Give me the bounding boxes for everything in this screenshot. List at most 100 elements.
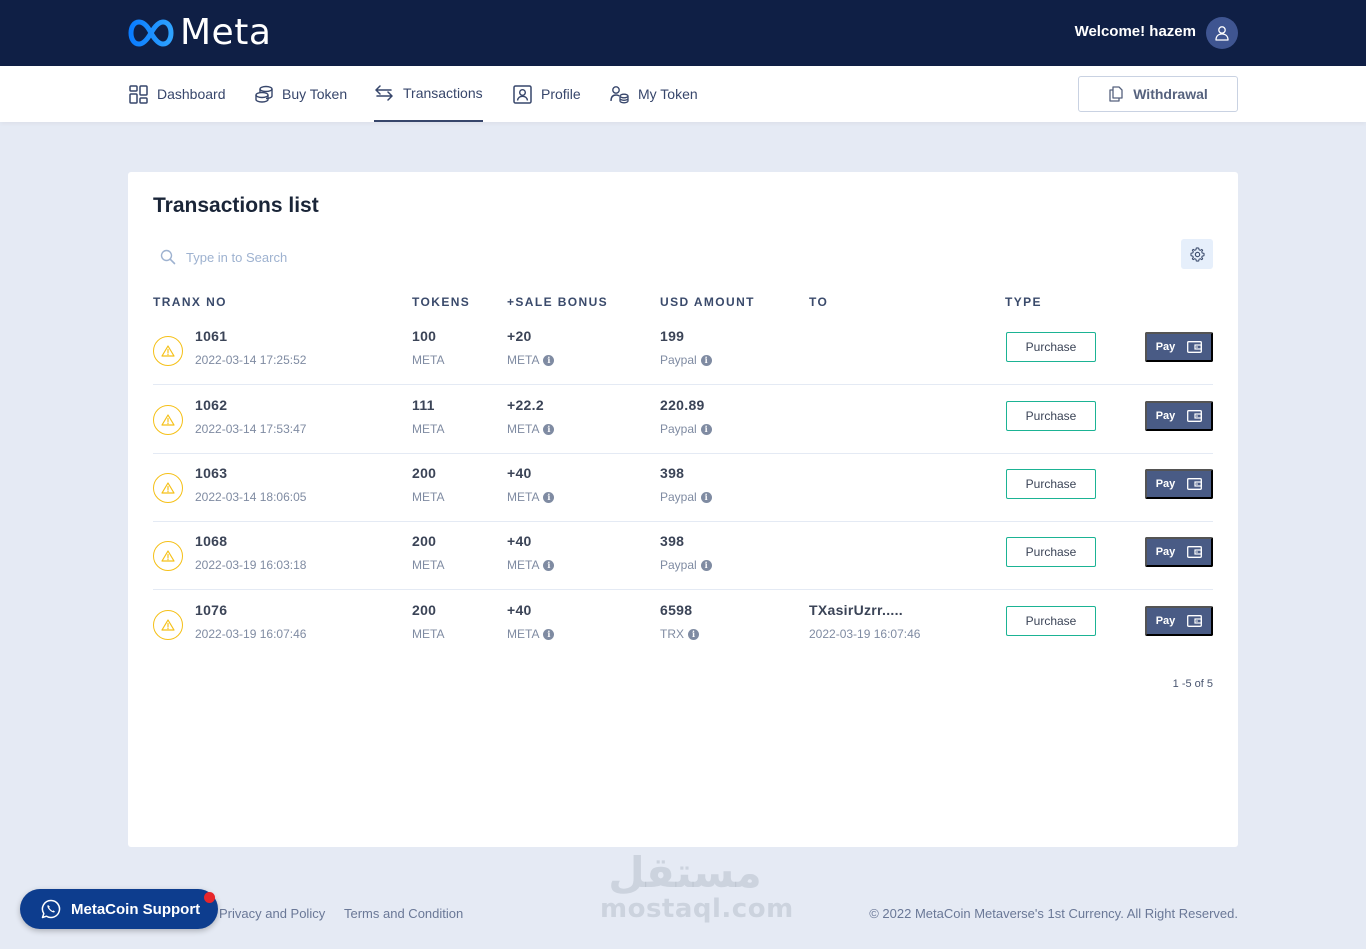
welcome-text: Welcome! hazem xyxy=(1074,23,1196,40)
column-header-usd: USD AMOUNT xyxy=(660,295,755,309)
info-icon[interactable]: i xyxy=(700,559,712,571)
tranx-id: 1068 xyxy=(195,533,228,549)
nav-label-transactions: Transactions xyxy=(403,85,483,101)
info-icon[interactable]: i xyxy=(700,423,712,435)
payment-method-cell: Paypal i xyxy=(660,490,712,504)
tokens-amount: 200 xyxy=(412,602,437,618)
payment-method-cell: Paypal i xyxy=(660,422,712,436)
payment-method: Paypal xyxy=(660,353,697,367)
tranx-date: 2022-03-14 17:53:47 xyxy=(195,422,307,436)
tokens-unit: META xyxy=(412,422,445,436)
watermark-arabic: مستقل xyxy=(608,848,762,897)
pay-button[interactable]: Pay xyxy=(1145,606,1213,636)
info-icon[interactable]: i xyxy=(688,628,699,640)
purchase-badge[interactable]: Purchase xyxy=(1006,469,1096,499)
nav-item-transactions[interactable]: Transactions xyxy=(374,66,483,122)
table-row[interactable]: 1061 2022-03-14 17:25:52 100 META +20 ME… xyxy=(153,317,1213,385)
purchase-badge[interactable]: Purchase xyxy=(1006,332,1096,362)
terms-link[interactable]: Terms and Condition xyxy=(344,906,463,921)
main-nav: Dashboard Buy Token Transactions Profile xyxy=(0,66,1366,122)
bonus-amount: +20 xyxy=(507,328,532,344)
user-card-icon xyxy=(513,84,532,104)
table-row[interactable]: 1076 2022-03-19 16:07:46 200 META +40 ME… xyxy=(153,591,1213,659)
purchase-badge[interactable]: Purchase xyxy=(1006,401,1096,431)
support-chat-button[interactable]: MetaCoin Support xyxy=(20,889,218,929)
payment-method-cell: Paypal i xyxy=(660,353,712,367)
tokens-amount: 100 xyxy=(412,328,437,344)
bonus-unit-cell: META i xyxy=(507,490,555,504)
wallet-icon xyxy=(1187,341,1203,353)
nav-label-buy-token: Buy Token xyxy=(282,86,348,102)
column-header-bonus: +SALE BONUS xyxy=(507,295,609,309)
nav-item-buy-token[interactable]: Buy Token xyxy=(255,66,347,122)
search-icon xyxy=(160,249,176,265)
withdrawal-button[interactable]: Withdrawal xyxy=(1078,76,1238,112)
search-input[interactable] xyxy=(186,244,586,270)
warning-icon xyxy=(153,405,183,435)
tokens-unit: META xyxy=(412,627,445,641)
copyright-text: © 2022 MetaCoin Metaverse's 1st Currency… xyxy=(869,906,1238,921)
info-icon[interactable]: i xyxy=(700,491,712,503)
payment-method: Paypal xyxy=(660,490,697,504)
privacy-policy-link[interactable]: Privacy and Policy xyxy=(219,906,325,921)
info-icon[interactable]: i xyxy=(543,491,555,503)
bonus-unit-cell: META i xyxy=(507,558,555,572)
info-icon[interactable]: i xyxy=(700,354,712,366)
tokens-unit: META xyxy=(412,490,445,504)
tranx-id: 1076 xyxy=(195,602,228,618)
pay-button[interactable]: Pay xyxy=(1145,469,1213,499)
table-row[interactable]: 1063 2022-03-14 18:06:05 200 META +40 ME… xyxy=(153,454,1213,522)
warning-icon xyxy=(153,541,183,571)
nav-item-my-token[interactable]: My Token xyxy=(610,66,698,122)
pay-label: Pay xyxy=(1155,410,1176,422)
bonus-amount: +40 xyxy=(507,533,532,549)
bonus-unit-cell: META i xyxy=(507,627,555,641)
info-icon[interactable]: i xyxy=(543,628,555,640)
info-icon[interactable]: i xyxy=(543,423,555,435)
coins-icon xyxy=(255,85,273,103)
bonus-amount: +40 xyxy=(507,465,532,481)
bonus-amount: +22.2 xyxy=(507,397,544,413)
nav-item-dashboard[interactable]: Dashboard xyxy=(129,66,226,122)
bonus-unit-cell: META i xyxy=(507,353,555,367)
infinity-logo-icon xyxy=(128,19,174,47)
user-avatar[interactable] xyxy=(1206,17,1238,49)
wallet-icon xyxy=(1187,478,1203,490)
bonus-unit: META xyxy=(507,490,540,504)
table-row[interactable]: 1068 2022-03-19 16:03:18 200 META +40 ME… xyxy=(153,522,1213,590)
bonus-unit: META xyxy=(507,353,540,367)
warning-icon xyxy=(153,473,183,503)
payment-method: Paypal xyxy=(660,422,697,436)
column-header-to: TO xyxy=(809,295,829,309)
bonus-unit: META xyxy=(507,558,540,572)
pay-label: Pay xyxy=(1155,341,1176,353)
pay-button[interactable]: Pay xyxy=(1145,401,1213,431)
usd-amount: 6598 xyxy=(660,602,693,618)
purchase-badge[interactable]: Purchase xyxy=(1006,606,1096,636)
to-date: 2022-03-19 16:07:46 xyxy=(809,627,921,641)
meta-logo[interactable]: Meta xyxy=(128,14,271,52)
info-icon[interactable]: i xyxy=(543,354,555,366)
tranx-date: 2022-03-14 17:25:52 xyxy=(195,353,307,367)
info-icon[interactable]: i xyxy=(543,559,555,571)
pay-label: Pay xyxy=(1155,478,1176,490)
warning-icon xyxy=(153,610,183,640)
wallet-icon xyxy=(1187,546,1203,558)
nav-item-profile[interactable]: Profile xyxy=(513,66,581,122)
bonus-unit-cell: META i xyxy=(507,422,555,436)
grid-icon xyxy=(129,84,148,104)
usd-amount: 398 xyxy=(660,533,685,549)
table-row[interactable]: 1062 2022-03-14 17:53:47 111 META +22.2 … xyxy=(153,386,1213,454)
pay-button[interactable]: Pay xyxy=(1145,537,1213,567)
watermark-latin: mostaql.com xyxy=(600,894,794,924)
table-settings-button[interactable] xyxy=(1181,239,1213,269)
user-icon xyxy=(1215,26,1229,41)
pay-button[interactable]: Pay xyxy=(1145,332,1213,362)
mostaql-watermark: مستقل mostaql.com xyxy=(600,848,794,924)
top-header: Meta Welcome! hazem xyxy=(0,0,1366,66)
pay-label: Pay xyxy=(1155,615,1176,627)
pagination-info: 1 -5 of 5 xyxy=(1172,678,1213,690)
purchase-badge[interactable]: Purchase xyxy=(1006,537,1096,567)
tranx-date: 2022-03-14 18:06:05 xyxy=(195,490,307,504)
tranx-date: 2022-03-19 16:03:18 xyxy=(195,558,307,572)
